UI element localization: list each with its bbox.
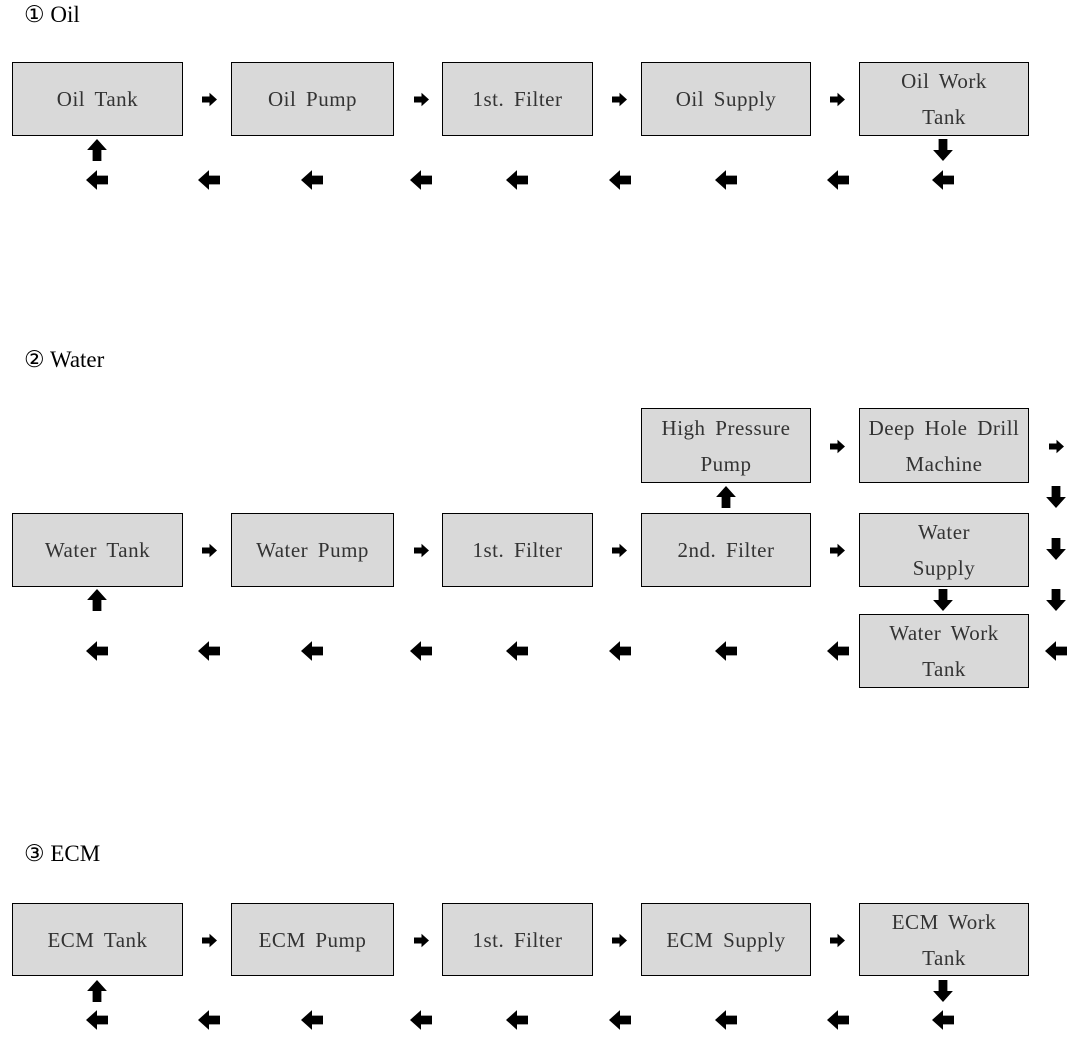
arrow-left-icon <box>301 169 323 191</box>
box-ecm-tank: ECM Tank <box>12 903 183 976</box>
arrow-left-icon <box>506 1009 528 1031</box>
arrow-left-icon <box>198 640 220 662</box>
box-oil-work-tank: Oil Work Tank <box>859 62 1029 136</box>
arrow-right-icon <box>201 92 217 107</box>
arrow-right-icon <box>829 92 845 107</box>
box-oil-tank: Oil Tank <box>12 62 183 136</box>
arrow-right-icon <box>829 439 845 454</box>
box-water-2nd-filter: 2nd. Filter <box>641 513 811 587</box>
section-title-oil: ① Oil <box>24 2 80 27</box>
arrow-left-icon <box>932 1009 954 1031</box>
arrow-left-icon <box>609 169 631 191</box>
arrow-left-icon <box>198 1009 220 1031</box>
arrow-down-icon <box>932 139 954 161</box>
box-ecm-work-tank: ECM Work Tank <box>859 903 1029 976</box>
arrow-right-icon <box>829 933 845 948</box>
arrow-right-icon <box>1048 439 1064 454</box>
arrow-up-icon <box>86 980 108 1002</box>
arrow-left-icon <box>827 1009 849 1031</box>
arrow-left-icon <box>301 640 323 662</box>
arrow-left-icon <box>301 1009 323 1031</box>
box-water-1st-filter: 1st. Filter <box>442 513 593 587</box>
arrow-left-icon <box>932 169 954 191</box>
box-oil-supply: Oil Supply <box>641 62 811 136</box>
arrow-down-icon <box>932 589 954 611</box>
arrow-left-icon <box>715 169 737 191</box>
arrow-left-icon <box>198 169 220 191</box>
arrow-left-icon <box>86 169 108 191</box>
box-water-pump: Water Pump <box>231 513 394 587</box>
arrow-right-icon <box>611 933 627 948</box>
box-deep-hole-drill-machine: Deep Hole Drill Machine <box>859 408 1029 483</box>
arrow-up-icon <box>86 589 108 611</box>
arrow-right-icon <box>413 543 429 558</box>
section-title-water: ② Water <box>24 347 105 372</box>
arrow-right-icon <box>201 933 217 948</box>
arrow-left-icon <box>827 169 849 191</box>
arrow-right-icon <box>201 543 217 558</box>
box-ecm-pump: ECM Pump <box>231 903 394 976</box>
arrow-left-icon <box>86 640 108 662</box>
arrow-left-icon <box>827 640 849 662</box>
box-ecm-supply: ECM Supply <box>641 903 811 976</box>
box-ecm-1st-filter: 1st. Filter <box>442 903 593 976</box>
section-title-ecm: ③ ECM <box>24 841 101 866</box>
arrow-left-icon <box>609 640 631 662</box>
box-water-work-tank: Water Work Tank <box>859 614 1029 688</box>
arrow-right-icon <box>611 543 627 558</box>
arrow-right-icon <box>611 92 627 107</box>
arrow-down-icon <box>932 980 954 1002</box>
flow-diagram: ① Oil Oil Tank Oil Pump 1st. Filter Oil … <box>0 0 1067 1039</box>
arrow-left-icon <box>410 640 432 662</box>
arrow-down-icon <box>1045 589 1067 611</box>
box-oil-pump: Oil Pump <box>231 62 394 136</box>
arrow-right-icon <box>829 543 845 558</box>
arrow-left-icon <box>506 169 528 191</box>
arrow-right-icon <box>413 92 429 107</box>
arrow-up-icon <box>715 486 737 508</box>
box-water-tank: Water Tank <box>12 513 183 587</box>
arrow-left-icon <box>86 1009 108 1031</box>
arrow-left-icon <box>715 640 737 662</box>
arrow-left-icon <box>1045 640 1067 662</box>
arrow-down-icon <box>1045 538 1067 560</box>
arrow-left-icon <box>506 640 528 662</box>
arrow-left-icon <box>609 1009 631 1031</box>
arrow-right-icon <box>413 933 429 948</box>
arrow-left-icon <box>410 1009 432 1031</box>
arrow-down-icon <box>1045 486 1067 508</box>
arrow-up-icon <box>86 139 108 161</box>
box-high-pressure-pump: High Pressure Pump <box>641 408 811 483</box>
arrow-left-icon <box>410 169 432 191</box>
arrow-left-icon <box>715 1009 737 1031</box>
box-water-supply: Water Supply <box>859 513 1029 587</box>
box-oil-1st-filter: 1st. Filter <box>442 62 593 136</box>
